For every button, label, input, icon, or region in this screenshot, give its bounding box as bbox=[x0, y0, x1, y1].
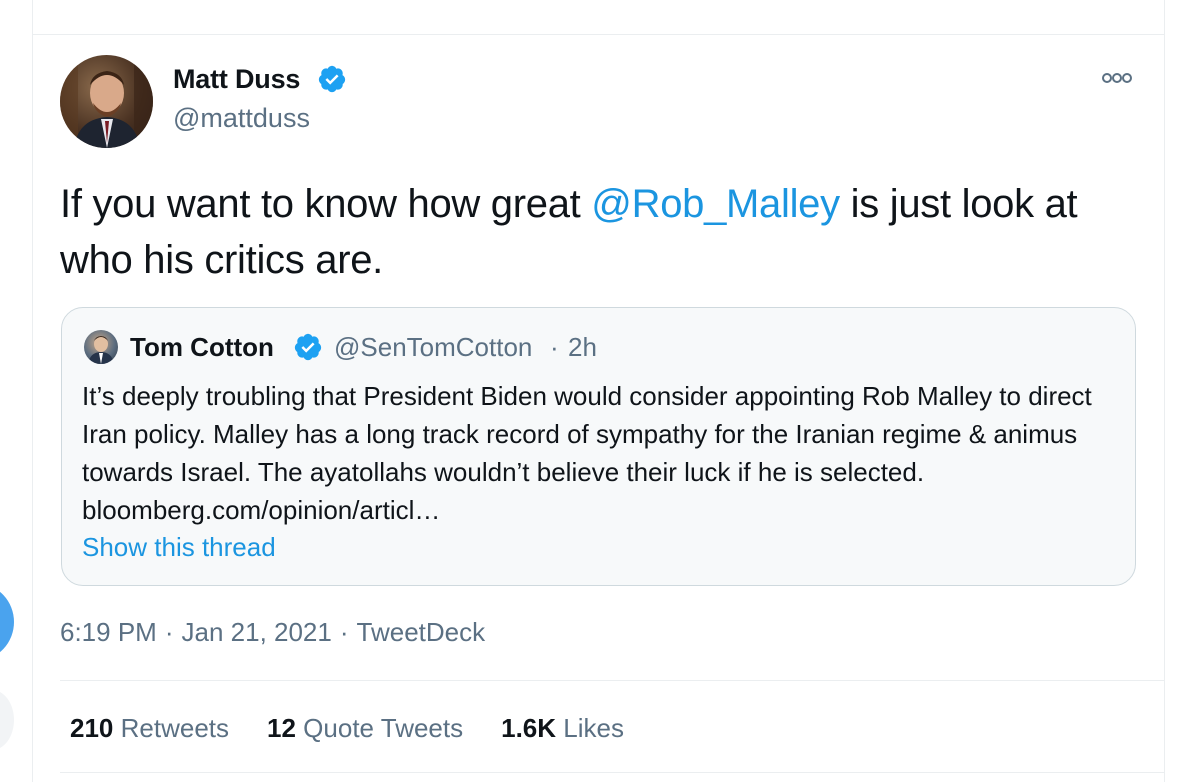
show-thread-link[interactable]: Show this thread bbox=[82, 530, 276, 564]
author-avatar[interactable] bbox=[60, 55, 153, 148]
tweet-text: If you want to know how great @Rob_Malle… bbox=[60, 176, 1150, 288]
meta-separator: · bbox=[339, 617, 349, 647]
retweets-stat[interactable]: 210 Retweets bbox=[70, 711, 229, 745]
tweet-source-link[interactable]: TweetDeck bbox=[357, 615, 486, 649]
retweets-label: Retweets bbox=[120, 713, 230, 743]
author-display-name[interactable]: Matt Duss bbox=[173, 62, 300, 96]
likes-label: Likes bbox=[563, 713, 624, 743]
quoted-tweet-text: It’s deeply troubling that President Bid… bbox=[82, 381, 1092, 525]
tweet-meta: 6:19 PM · Jan 21, 2021 · TweetDeck bbox=[60, 615, 485, 649]
quoted-author-handle[interactable]: @SenTomCotton bbox=[334, 331, 532, 363]
quoted-separator: · bbox=[550, 332, 559, 362]
author-handle[interactable]: @mattduss bbox=[173, 101, 310, 135]
top-divider bbox=[32, 34, 1165, 35]
quoted-author-avatar[interactable] bbox=[84, 330, 118, 364]
tweet-time[interactable]: 6:19 PM bbox=[60, 615, 157, 649]
stats-divider-bottom bbox=[60, 772, 1164, 773]
column-border-right bbox=[1164, 0, 1165, 782]
verified-badge-icon bbox=[318, 65, 346, 93]
retweets-count: 210 bbox=[70, 713, 114, 743]
likes-stat[interactable]: 1.6K Likes bbox=[501, 711, 624, 745]
tweet-stats: 210 Retweets 12 Quote Tweets 1.6K Likes bbox=[70, 711, 662, 745]
mention-link[interactable]: @Rob_Malley bbox=[591, 182, 840, 226]
quote-tweets-stat[interactable]: 12 Quote Tweets bbox=[267, 711, 463, 745]
quoted-verified-badge-icon bbox=[294, 333, 322, 361]
stats-divider-top bbox=[60, 680, 1164, 681]
sidebar-shadow bbox=[0, 690, 14, 750]
quoted-tweet-card[interactable]: Tom Cotton @SenTomCotton · 2h It’s deepl… bbox=[61, 307, 1136, 586]
tweet-text-before: If you want to know how great bbox=[60, 182, 592, 226]
quote-tweets-count: 12 bbox=[267, 713, 296, 743]
tweet-detail-page: Matt Duss @mattduss If you want to know … bbox=[0, 0, 1200, 782]
quote-tweets-label: Quote Tweets bbox=[303, 713, 464, 743]
column-border-left bbox=[32, 0, 33, 782]
compose-fab-partial[interactable] bbox=[0, 584, 14, 660]
tweet-date[interactable]: Jan 21, 2021 bbox=[182, 615, 332, 649]
more-options-icon[interactable] bbox=[1100, 66, 1134, 90]
quoted-author-name[interactable]: Tom Cotton bbox=[130, 331, 274, 363]
quoted-timestamp[interactable]: 2h bbox=[568, 331, 597, 363]
likes-count: 1.6K bbox=[501, 713, 557, 743]
meta-separator: · bbox=[164, 617, 174, 647]
